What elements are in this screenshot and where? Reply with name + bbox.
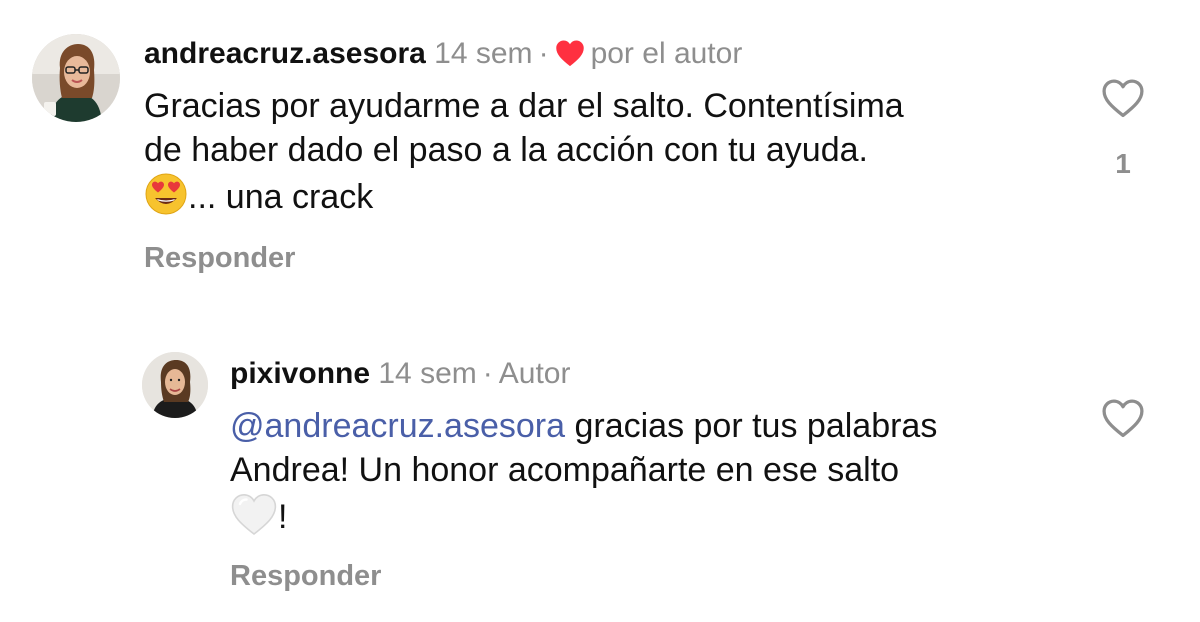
reply-button[interactable]: Responder	[230, 558, 381, 594]
author-badge: Autor	[498, 357, 571, 390]
username[interactable]: pixivonne	[230, 357, 370, 390]
like-count: 1	[1115, 148, 1131, 179]
heart-outline-icon	[1102, 79, 1144, 118]
avatar[interactable]	[32, 34, 120, 122]
comment-text-tail: ... una crack	[188, 178, 374, 216]
reply-button[interactable]: Responder	[144, 240, 295, 276]
comment-time: 14 sem	[378, 357, 477, 390]
heart-outline-icon	[1102, 399, 1144, 438]
comment-text-segment: gracias por tus palabras	[565, 407, 938, 445]
comment-andreacruz: andreacruz.asesora 14 sem · por el autor G…	[0, 0, 1200, 300]
comment-text-line: !	[230, 492, 1090, 547]
like-button[interactable]	[1101, 78, 1145, 123]
white-heart-emoji-icon	[230, 492, 278, 547]
avatar-photo-andreacruz	[32, 34, 120, 122]
mention-link[interactable]: @andreacruz.asesora	[230, 407, 565, 445]
avatar[interactable]	[142, 352, 208, 418]
like-button[interactable]	[1101, 398, 1145, 443]
comment-time: 14 sem	[434, 37, 533, 70]
comment-text-line: de haber dado el paso a la acción con tu…	[144, 131, 868, 169]
comment-header: andreacruz.asesora 14 sem · por el autor	[144, 36, 742, 76]
reply-pixivonne: pixivonne 14 sem · Autor @andreacruz.aseso…	[0, 300, 1200, 622]
comment-text-line: ... una crack	[144, 172, 1064, 227]
heart-filled-icon	[555, 39, 585, 76]
liked-by-author-label: por el autor	[590, 37, 743, 70]
avatar-photo-pixivonne	[142, 352, 208, 418]
comment-text-tail: !	[278, 498, 288, 536]
separator-dot: ·	[538, 37, 549, 70]
comment-text-line: Gracias por ayudarme a dar el salto. Con…	[144, 87, 904, 125]
heart-eyes-emoji-icon	[144, 172, 188, 227]
username[interactable]: andreacruz.asesora	[144, 37, 426, 70]
comment-text: Gracias por ayudarme a dar el salto. Con…	[144, 84, 1064, 227]
separator-dot: ·	[482, 357, 493, 390]
comment-text: @andreacruz.asesora gracias por tus pala…	[230, 404, 1090, 547]
comment-text-line: Andrea! Un honor acompañarte en ese salt…	[230, 451, 900, 489]
comment-text-line: @andreacruz.asesora gracias por tus pala…	[230, 404, 1090, 448]
comment-header: pixivonne 14 sem · Autor	[230, 356, 570, 392]
